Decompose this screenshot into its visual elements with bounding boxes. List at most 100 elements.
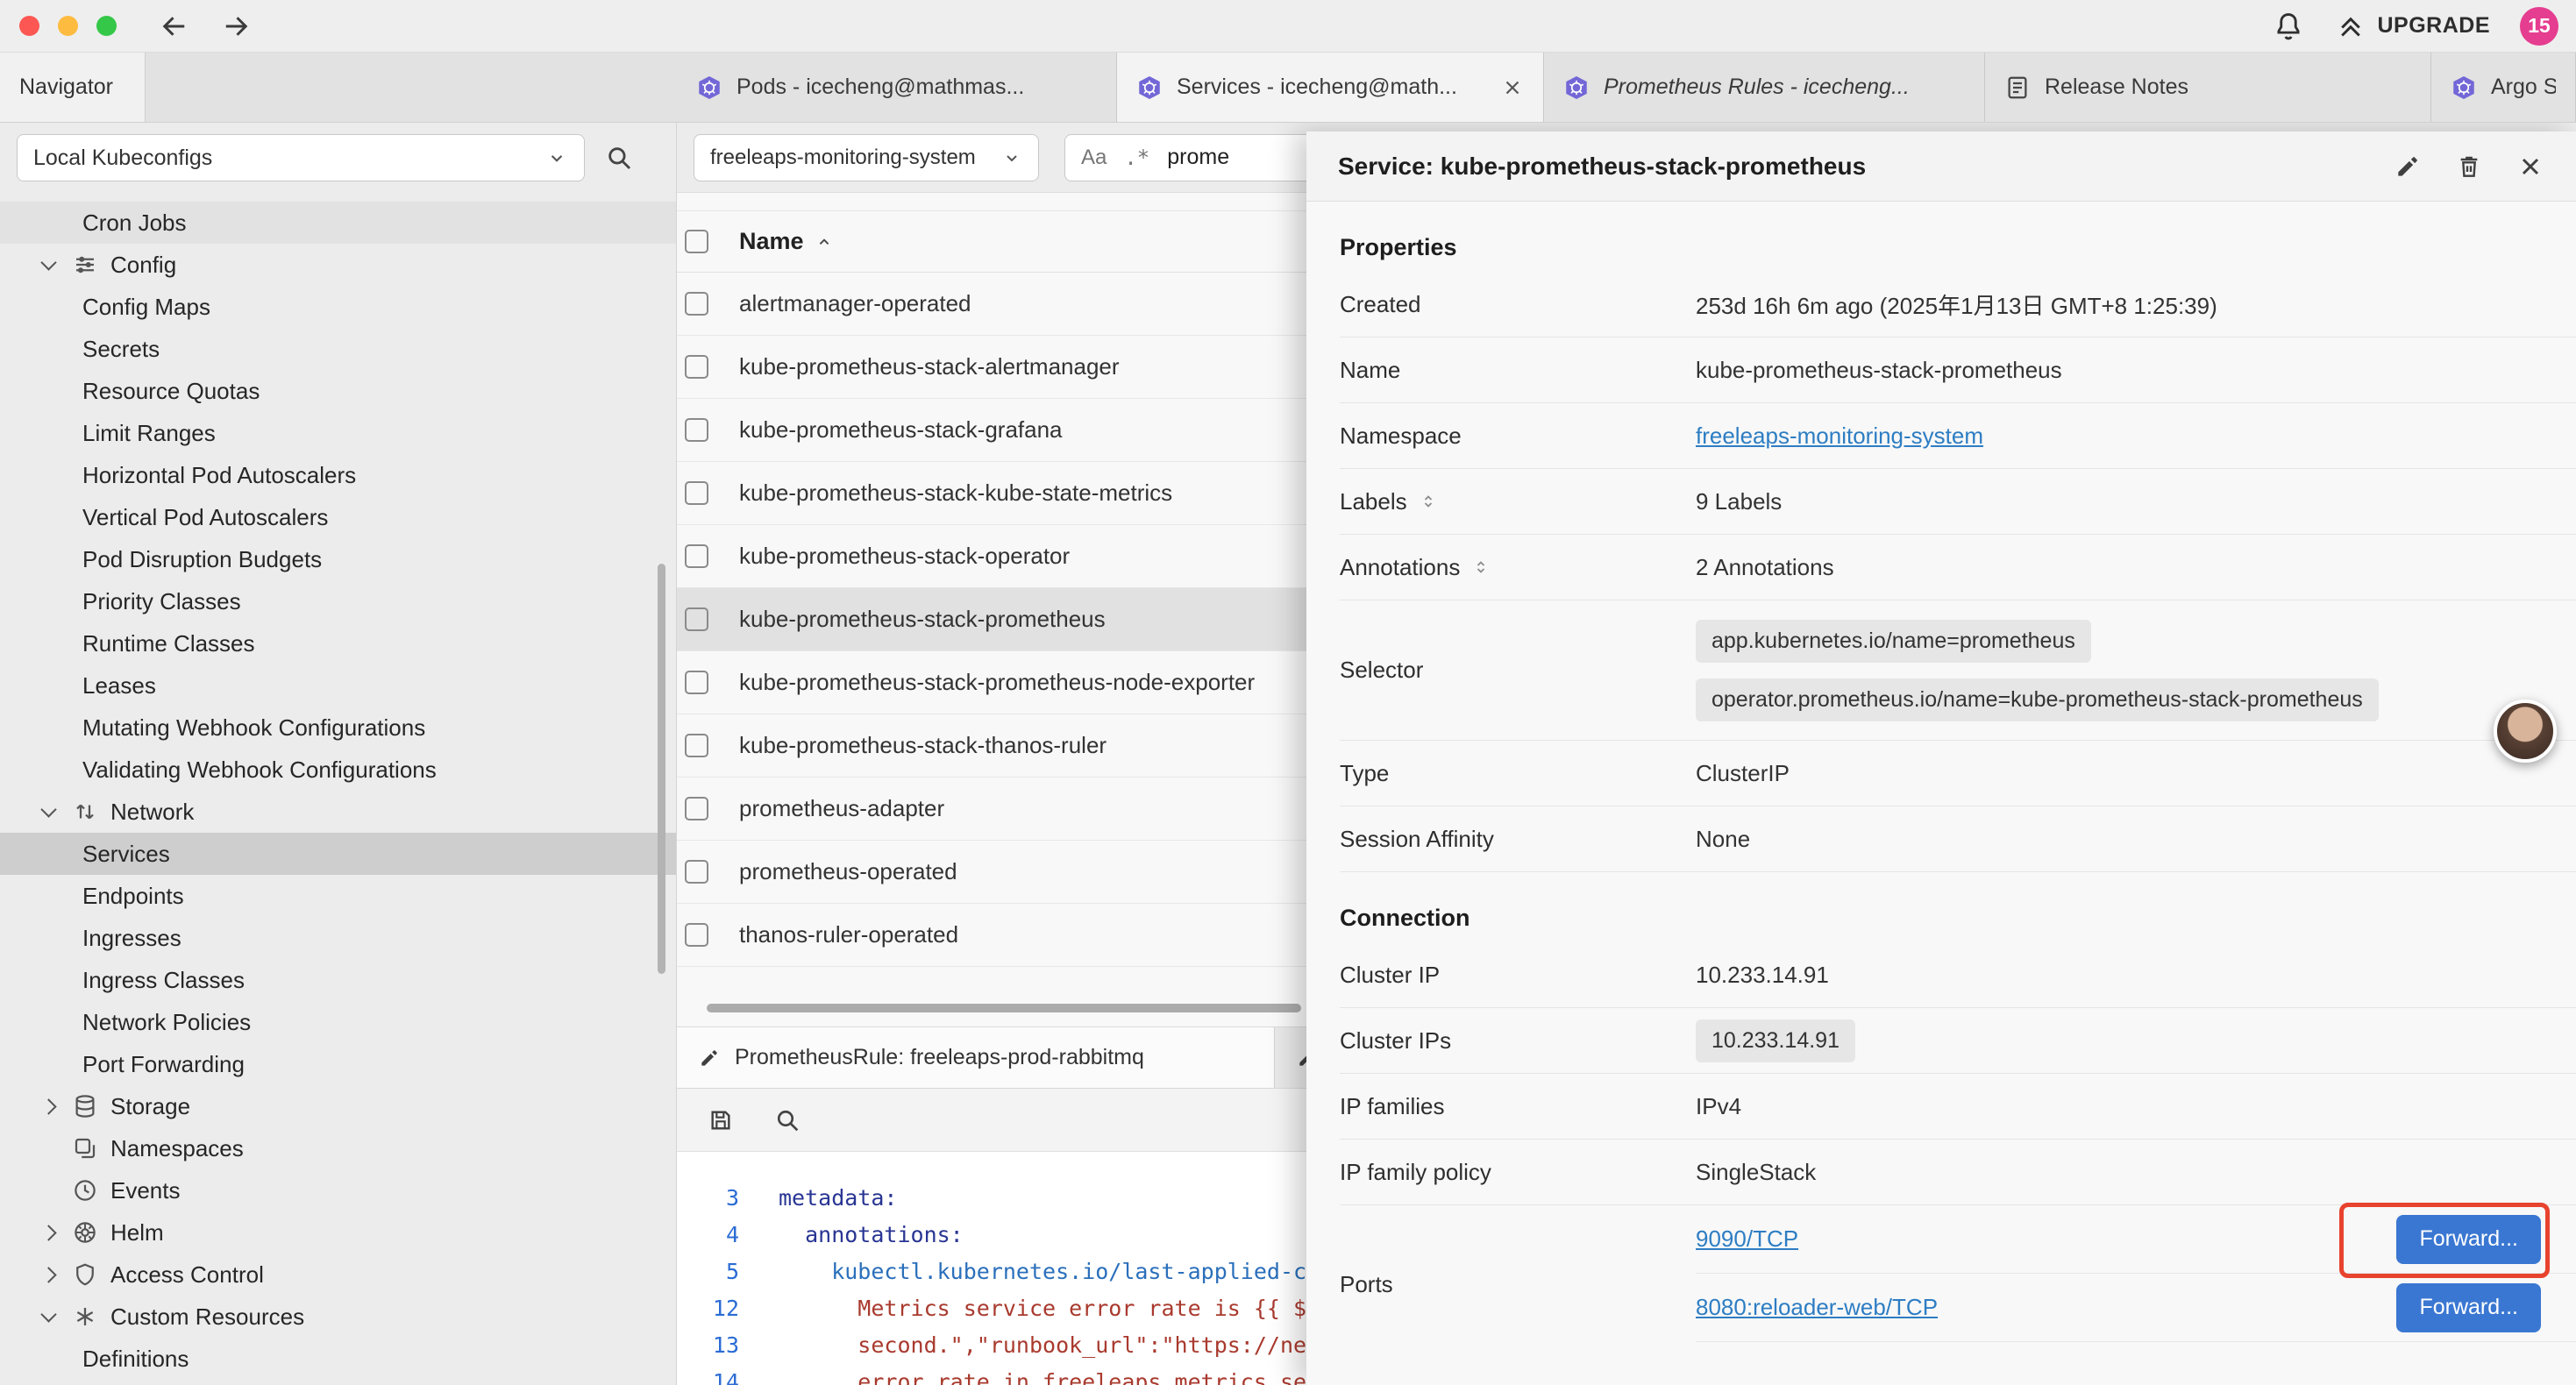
expand-updown-icon[interactable]: [1418, 491, 1439, 512]
port-link-9090[interactable]: 9090/TCP: [1696, 1225, 1798, 1253]
sidebar-item-network[interactable]: Network: [0, 791, 676, 833]
tab-pods[interactable]: Pods - icecheng@mathmas...: [677, 53, 1117, 122]
sidebar-item-pod-disruption-budgets[interactable]: Pod Disruption Budgets: [0, 538, 676, 580]
row-checkbox[interactable]: [685, 671, 708, 694]
select-all-checkbox[interactable]: [685, 230, 708, 253]
match-case-toggle[interactable]: Aa: [1081, 146, 1107, 170]
close-tab-icon[interactable]: [1501, 76, 1524, 99]
row-checkbox[interactable]: [685, 734, 708, 757]
clock-icon: [72, 1177, 98, 1204]
search-icon[interactable]: [773, 1106, 801, 1134]
user-avatar-bubble[interactable]: [2494, 700, 2557, 763]
bell-icon[interactable]: [2272, 10, 2305, 43]
tab-label: Prometheus Rules - icecheng...: [1604, 75, 1965, 100]
sidebar-item-ingresses[interactable]: Ingresses: [0, 917, 676, 959]
row-checkbox[interactable]: [685, 797, 708, 820]
sidebar-item-vertical-pod-autoscalers[interactable]: Vertical Pod Autoscalers: [0, 496, 676, 538]
chevron-right-icon[interactable]: [37, 1101, 60, 1112]
sidebar-item-events[interactable]: Events: [0, 1169, 676, 1211]
sidebar-item-endpoints[interactable]: Endpoints: [0, 875, 676, 917]
sidebar-item-namespaces[interactable]: Namespaces: [0, 1127, 676, 1169]
sidebar-item-secrets[interactable]: Secrets: [0, 328, 676, 370]
row-checkbox[interactable]: [685, 418, 708, 442]
name-column-header[interactable]: Name: [739, 228, 834, 255]
sidebar-item-network-policies[interactable]: Network Policies: [0, 1001, 676, 1043]
detail-row-cluster-ip: Cluster IP 10.233.14.91: [1340, 942, 2576, 1008]
upgrade-button[interactable]: UPGRADE: [2335, 11, 2490, 42]
dock-tab-prometheusrule[interactable]: PrometheusRule: freeleaps-prod-rabbitmq: [677, 1027, 1275, 1088]
chevron-down-icon: [1001, 147, 1022, 168]
edit-icon[interactable]: [2394, 153, 2422, 181]
expand-updown-icon[interactable]: [1470, 557, 1491, 578]
sidebar-item-port-forwarding[interactable]: Port Forwarding: [0, 1043, 676, 1085]
code-line: second.","runbook_url":"https://net: [739, 1327, 1320, 1364]
sidebar-item-ingress-classes[interactable]: Ingress Classes: [0, 959, 676, 1001]
pencil-icon: [698, 1047, 721, 1069]
chevron-down-icon[interactable]: [37, 1314, 60, 1320]
save-icon[interactable]: [707, 1106, 735, 1134]
sidebar-item-cron-jobs[interactable]: Cron Jobs: [0, 202, 676, 244]
port-link-8080[interactable]: 8080:reloader-web/TCP: [1696, 1294, 1938, 1321]
sidebar-item-access-control[interactable]: Access Control: [0, 1254, 676, 1296]
port-line: 9090/TCP Forward...: [1696, 1205, 2576, 1274]
sidebar-item-horizontal-pod-autoscalers[interactable]: Horizontal Pod Autoscalers: [0, 454, 676, 496]
tab-release-notes[interactable]: Release Notes: [1985, 53, 2431, 122]
chevron-down-icon[interactable]: [37, 262, 60, 268]
forward-button-8080[interactable]: Forward...: [2396, 1283, 2541, 1332]
notification-count-badge[interactable]: 15: [2520, 7, 2558, 46]
horizontal-scrollbar[interactable]: [707, 1004, 1301, 1012]
tab-prometheus-rules[interactable]: Prometheus Rules - icecheng...: [1544, 53, 1985, 122]
sidebar-item-storage[interactable]: Storage: [0, 1085, 676, 1127]
namespace-select[interactable]: freeleaps-monitoring-system: [694, 134, 1039, 181]
sidebar-item-leases[interactable]: Leases: [0, 664, 676, 707]
sidebar-item-limit-ranges[interactable]: Limit Ranges: [0, 412, 676, 454]
helm-wheel-icon: [72, 1219, 98, 1246]
sidebar-item-definitions[interactable]: Definitions: [0, 1338, 676, 1380]
close-icon[interactable]: [2516, 153, 2544, 181]
line-number: 13: [677, 1327, 739, 1364]
sidebar-item-mutating-webhook-configurations[interactable]: Mutating Webhook Configurations: [0, 707, 676, 749]
row-checkbox[interactable]: [685, 607, 708, 631]
sidebar-scrollbar[interactable]: [658, 564, 665, 974]
detail-row-cluster-ips: Cluster IPs 10.233.14.91: [1340, 1008, 2576, 1074]
forward-button-9090[interactable]: Forward...: [2396, 1215, 2541, 1264]
tab-label: Services - icecheng@math...: [1177, 75, 1487, 100]
sidebar-item-runtime-classes[interactable]: Runtime Classes: [0, 622, 676, 664]
sidebar-item-services[interactable]: Services: [0, 833, 676, 875]
sidebar-item-helm[interactable]: Helm: [0, 1211, 676, 1254]
row-checkbox[interactable]: [685, 481, 708, 505]
close-window-button[interactable]: [19, 16, 39, 36]
section-title-connection: Connection: [1340, 893, 2576, 942]
sidebar-item-validating-webhook-configurations[interactable]: Validating Webhook Configurations: [0, 749, 676, 791]
back-arrow-icon[interactable]: [159, 11, 190, 42]
navigator-sidebar: Local Kubeconfigs Cron Jobs Config Confi…: [0, 123, 677, 1385]
row-checkbox[interactable]: [685, 544, 708, 568]
chevron-right-icon[interactable]: [37, 1227, 60, 1239]
chevron-down-icon[interactable]: [37, 809, 60, 815]
row-checkbox[interactable]: [685, 860, 708, 884]
regex-toggle[interactable]: .*: [1124, 146, 1149, 170]
kubernetes-cluster-icon: [2451, 75, 2477, 101]
search-icon[interactable]: [604, 143, 634, 173]
sidebar-item-custom-resources[interactable]: Custom Resources: [0, 1296, 676, 1338]
detail-row-type: Type ClusterIP: [1340, 741, 2576, 806]
tab-label: Release Notes: [2045, 75, 2411, 100]
minimize-window-button[interactable]: [58, 16, 78, 36]
sidebar-item-config-maps[interactable]: Config Maps: [0, 286, 676, 328]
arrows-updown-icon: [72, 799, 98, 825]
tab-argo[interactable]: Argo S: [2431, 53, 2576, 122]
row-checkbox[interactable]: [685, 292, 708, 316]
trash-icon[interactable]: [2455, 153, 2483, 181]
sidebar-item-config[interactable]: Config: [0, 244, 676, 286]
chevron-right-icon[interactable]: [37, 1269, 60, 1281]
line-number: 12: [677, 1290, 739, 1327]
namespace-link[interactable]: freeleaps-monitoring-system: [1696, 423, 1983, 450]
sidebar-item-resource-quotas[interactable]: Resource Quotas: [0, 370, 676, 412]
kubeconfig-select[interactable]: Local Kubeconfigs: [17, 134, 585, 181]
forward-arrow-icon[interactable]: [220, 11, 252, 42]
row-checkbox[interactable]: [685, 923, 708, 947]
sidebar-item-priority-classes[interactable]: Priority Classes: [0, 580, 676, 622]
row-checkbox[interactable]: [685, 355, 708, 379]
tab-services[interactable]: Services - icecheng@math...: [1117, 53, 1544, 122]
maximize-window-button[interactable]: [96, 16, 117, 36]
